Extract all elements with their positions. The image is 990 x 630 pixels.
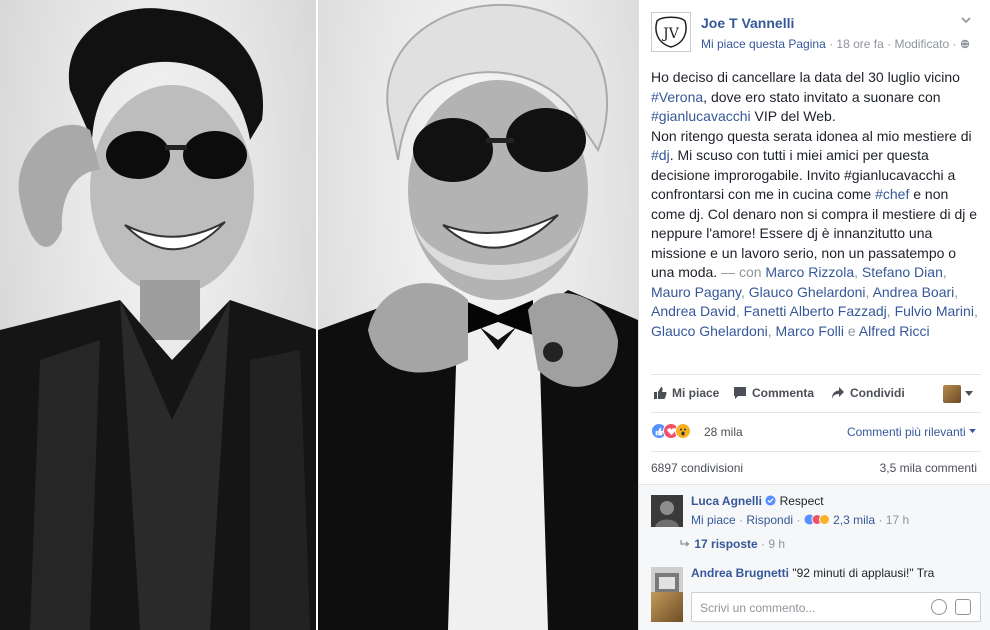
- comment-author[interactable]: Luca Agnelli: [691, 494, 762, 508]
- reactions-summary[interactable]: 28 mila Commenti più rilevanti: [651, 422, 981, 442]
- share-arrow-icon: [831, 386, 845, 400]
- post-stats: 6897 condivisioni 3,5 mila commenti: [651, 461, 981, 477]
- hashtag-gianlucavacchi[interactable]: #gianlucavacchi: [651, 108, 751, 124]
- comments-count[interactable]: 3,5 mila commenti: [880, 461, 977, 475]
- comment-composer: Scrivi un commento...: [651, 590, 981, 624]
- shares-count[interactable]: 6897 condivisioni: [651, 461, 743, 475]
- reaction-icons: [651, 423, 691, 439]
- post-text-part: VIP del Web.: [750, 108, 836, 124]
- emoji-icon[interactable]: [931, 599, 947, 615]
- tagged-with-label: — con: [717, 264, 766, 280]
- comment-button[interactable]: Commenta: [733, 386, 814, 400]
- comment-sort-label: Commenti più rilevanti: [846, 425, 966, 439]
- tagged-person[interactable]: Mauro Pagany: [651, 284, 741, 300]
- tagged-person[interactable]: Fulvio Marini: [895, 303, 974, 319]
- post-meta: Mi piace questa Pagina · 18 ore fa · Mod…: [701, 37, 970, 51]
- caret-down-icon: [969, 429, 976, 434]
- post-message: Ho deciso di cancellare la data del 30 l…: [651, 69, 978, 339]
- caret-down-icon: [965, 391, 973, 396]
- comment-label: Commenta: [752, 386, 815, 400]
- tagged-person[interactable]: Stefano Dian: [862, 264, 943, 280]
- like-page-link[interactable]: Mi piace questa Pagina: [701, 37, 826, 51]
- page-name-link[interactable]: Joe T Vannelli: [701, 15, 794, 31]
- share-label: Condividi: [850, 386, 905, 400]
- share-button[interactable]: Condividi: [831, 386, 905, 400]
- hashtag-verona[interactable]: #Verona: [651, 89, 703, 105]
- tagged-person[interactable]: Glauco Ghelardoni: [651, 323, 768, 339]
- tagged-person[interactable]: Fanetti Alberto Fazzadj: [744, 303, 887, 319]
- actor-avatar: [943, 385, 961, 403]
- comment-reply-link[interactable]: Rispondi: [746, 513, 793, 527]
- divider: [651, 412, 981, 413]
- replies-time: 9 h: [768, 537, 786, 551]
- tagged-person[interactable]: Glauco Ghelardoni: [749, 284, 866, 300]
- tagged-person[interactable]: Marco Rizzola: [765, 264, 854, 280]
- tagged-person[interactable]: Marco Folli: [776, 323, 844, 339]
- actor-selector[interactable]: [943, 385, 973, 403]
- comment-text: Respect: [779, 494, 824, 508]
- post-photo[interactable]: [0, 0, 638, 630]
- tagged-person[interactable]: Alfred Ricci: [859, 323, 930, 339]
- comment-body: Andrea Brugnetti "92 minuti di applausi!…: [691, 565, 981, 581]
- post-actions: Mi piace Commenta Condividi: [651, 382, 981, 408]
- like-label: Mi piace: [672, 386, 720, 400]
- comment-reaction-icons: [804, 513, 833, 527]
- post-text-part: Non ritengo questa serata idonea al mio …: [651, 127, 972, 144]
- sticker-icon[interactable]: [955, 599, 971, 615]
- verified-badge-icon: [765, 494, 776, 508]
- tagged-and: e: [844, 322, 859, 339]
- post-time-edited: · 18 ore fa · Modificato ·: [825, 37, 960, 51]
- replies-count: 17 risposte: [694, 537, 758, 551]
- svg-text:JV: JV: [661, 26, 680, 42]
- globe-icon: [960, 37, 970, 51]
- hashtag-dj[interactable]: #dj: [651, 147, 670, 163]
- post-options-chevron-icon[interactable]: [959, 14, 973, 28]
- photo-left-person: [0, 0, 318, 630]
- reaction-count: 28 mila: [704, 425, 743, 439]
- view-replies-link[interactable]: 17 risposte · 9 h: [679, 537, 785, 551]
- divider: [651, 374, 981, 375]
- composer-avatar: [651, 592, 683, 622]
- tagged-person[interactable]: Andrea Boari: [873, 284, 955, 300]
- post-sidebar: JV Joe T Vannelli Mi piace questa Pagina…: [638, 0, 990, 630]
- page-avatar[interactable]: JV: [651, 12, 691, 52]
- comment-body: Luca Agnelli Respect Mi piace · Rispondi…: [691, 493, 981, 528]
- wow-reaction-icon: [675, 423, 691, 439]
- comment-text: "92 minuti di applausi!" Tra: [792, 566, 935, 580]
- comment-sort-dropdown[interactable]: Commenti più rilevanti: [847, 425, 976, 439]
- comment-like-link[interactable]: Mi piace: [691, 513, 736, 527]
- commenter-avatar[interactable]: [651, 495, 683, 527]
- thumbs-up-icon: [653, 386, 667, 400]
- comment-meta: Mi piace · Rispondi · 2,3 mila · 17 h: [691, 513, 910, 527]
- reply-arrow-icon: [680, 540, 690, 547]
- post-text-part: , dove ero stato invitato a suonare con: [703, 88, 941, 105]
- like-button[interactable]: Mi piace: [653, 386, 719, 400]
- photo-right-person: [318, 0, 638, 630]
- post-header: JV Joe T Vannelli Mi piace questa Pagina…: [651, 12, 981, 56]
- comment-time[interactable]: 17 h: [886, 513, 909, 527]
- post-text-part: Ho deciso di cancellare la data del 30 l…: [651, 69, 960, 85]
- comment-icon: [733, 386, 747, 400]
- hashtag-chef[interactable]: #chef: [875, 186, 909, 202]
- tagged-person[interactable]: Andrea David: [651, 303, 736, 319]
- comment-author[interactable]: Andrea Brugnetti: [691, 566, 789, 580]
- comment-reaction-count[interactable]: 2,3 mila: [833, 513, 875, 527]
- divider: [651, 451, 981, 452]
- composer-icons: [931, 599, 971, 615]
